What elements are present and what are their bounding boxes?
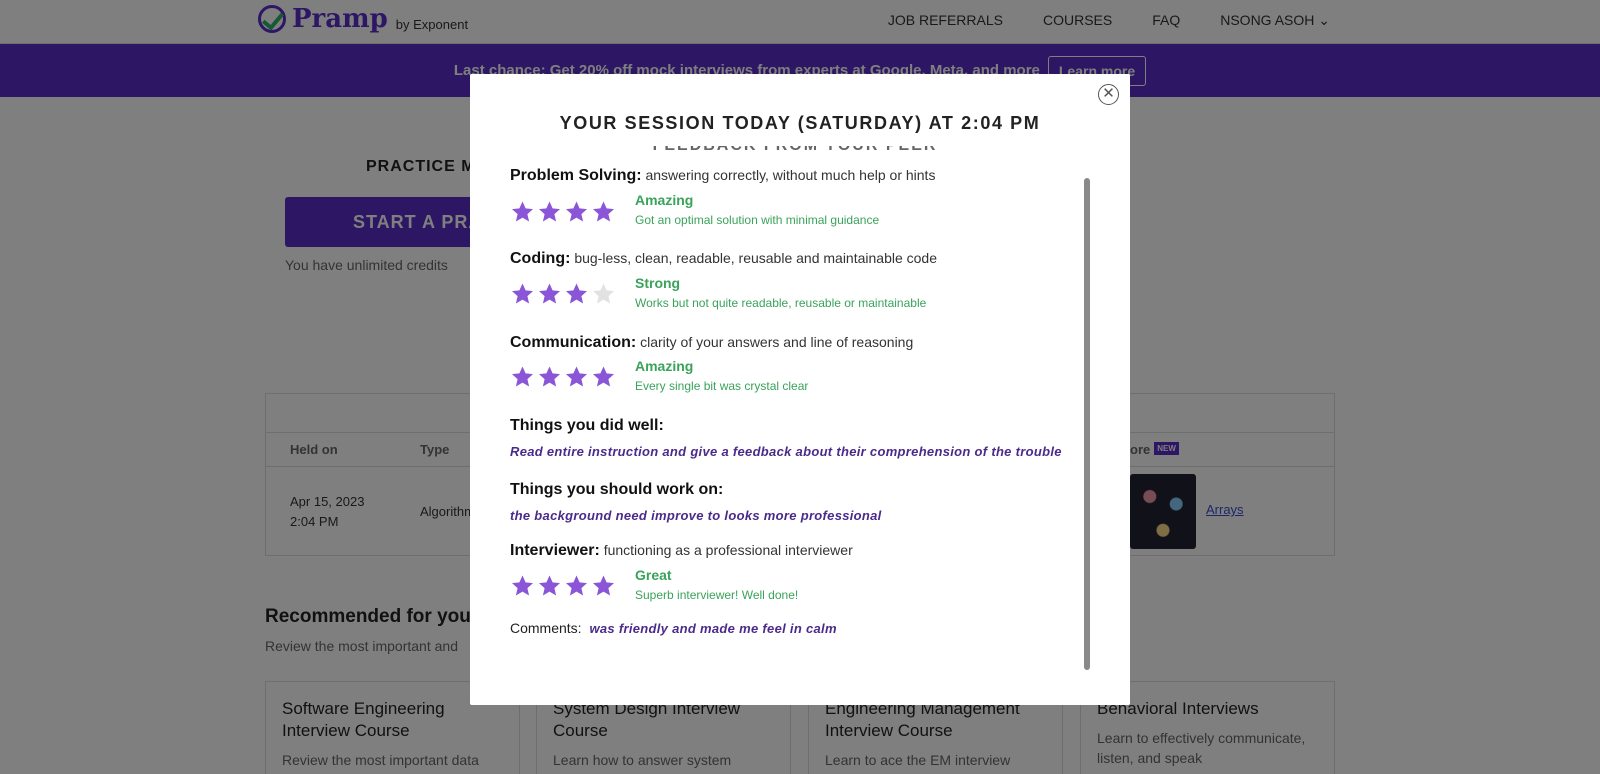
rating-block: Amazing Every single bit was crystal cle… [635,358,808,393]
session-feedback-modal: ✕ YOUR SESSION TODAY (SATURDAY) AT 2:04 … [470,74,1130,705]
criterion-coding: Coding: bug-less, clean, readable, reusa… [510,250,937,268]
star-filled-icon [593,201,614,222]
criterion-label: Coding: [510,250,571,267]
star-empty-icon [593,283,614,304]
criterion-desc: functioning as a professional interviewe… [603,542,853,558]
criterion-label: Problem Solving: [510,167,642,184]
criterion-problem-solving: Problem Solving: answering correctly, wi… [510,167,935,185]
modal-scrollbar[interactable] [1084,178,1090,670]
feedback-scroll-area[interactable]: FEEDBACK FROM YOUR PEER Problem Solving:… [510,146,1110,676]
rating-block: Amazing Got an optimal solution with min… [635,192,879,227]
rating-desc: Superb interviewer! Well done! [635,588,799,602]
rating-desc: Got an optimal solution with minimal gui… [635,213,880,227]
work-on-label: Things you should work on: [510,481,724,498]
star-filled-icon [566,575,587,596]
star-filled-icon [539,201,560,222]
close-icon[interactable]: ✕ [1098,84,1119,105]
star-filled-icon [539,575,560,596]
rating-block: Strong Works but not quite readable, reu… [635,275,926,310]
star-rating [510,365,616,389]
star-rating [510,282,616,306]
criterion-desc: clarity of your answers and line of reas… [640,334,914,350]
star-filled-icon [512,575,533,596]
star-filled-icon [512,201,533,222]
comments-row: Comments: was friendly and made me feel … [510,620,837,636]
star-filled-icon [539,366,560,387]
rating-name: Great [635,567,672,583]
star-filled-icon [566,366,587,387]
rating-name: Strong [635,275,681,291]
rating-name: Amazing [635,192,694,208]
star-filled-icon [593,575,614,596]
star-rating [510,200,616,224]
comments-text: was friendly and made me feel in calm [589,621,837,636]
rating-block: Great Superb interviewer! Well done! [635,567,798,602]
comments-label: Comments: [510,620,582,636]
criterion-interviewer: Interviewer: functioning as a profession… [510,542,853,560]
criterion-communication: Communication: clarity of your answers a… [510,334,913,352]
rating-desc: Every single bit was crystal clear [635,379,809,393]
criterion-label: Communication: [510,334,637,351]
did-well-label: Things you did well: [510,417,664,434]
star-filled-icon [566,201,587,222]
criterion-desc: answering correctly, without much help o… [645,167,936,183]
modal-title: YOUR SESSION TODAY (SATURDAY) AT 2:04 PM [559,113,1041,133]
star-filled-icon [593,366,614,387]
star-filled-icon [539,283,560,304]
star-filled-icon [512,283,533,304]
criterion-desc: bug-less, clean, readable, reusable and … [574,250,937,266]
rating-desc: Works but not quite readable, reusable o… [635,296,927,310]
work-on-text: the background need improve to looks mor… [510,508,882,523]
feedback-section-heading: FEEDBACK FROM YOUR PEER [510,146,1080,155]
criterion-label: Interviewer: [510,542,600,559]
rating-name: Amazing [635,358,694,374]
did-well-text: Read entire instruction and give a feedb… [510,444,1062,459]
star-filled-icon [512,366,533,387]
star-rating [510,574,616,598]
star-filled-icon [566,283,587,304]
